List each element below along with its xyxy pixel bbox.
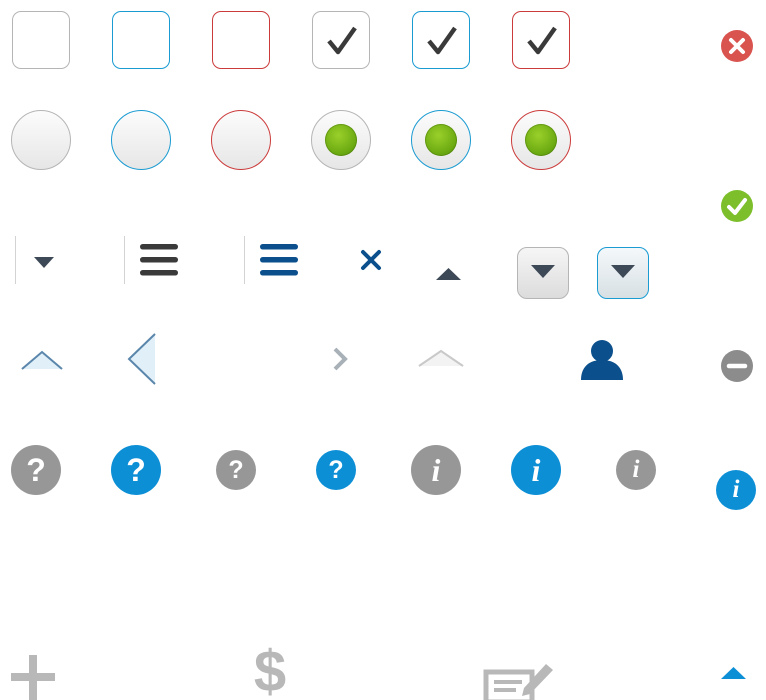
radio-unselected-error[interactable] (211, 110, 271, 170)
hamburger-menu-active-icon[interactable] (260, 244, 298, 276)
caret-up-icon[interactable] (436, 268, 461, 280)
info-circle-icon: i (716, 470, 756, 510)
help-icon-large-gray[interactable]: ? (11, 445, 61, 495)
caret-down-icon[interactable] (34, 257, 54, 268)
divider (15, 236, 16, 284)
dropdown-button-focus[interactable] (597, 247, 649, 299)
help-icon-small-gray[interactable]: ? (216, 450, 256, 490)
radio-selected-error[interactable] (511, 110, 571, 170)
checkbox-checked-default[interactable] (312, 11, 370, 69)
info-icon-small-gray[interactable]: i (616, 450, 656, 490)
info-icon-large-blue[interactable]: i (511, 445, 561, 495)
radio-dot-icon (525, 124, 557, 156)
radio-unselected-default[interactable] (11, 110, 71, 170)
chevron-right-icon[interactable] (333, 347, 348, 371)
plus-icon[interactable] (11, 655, 55, 700)
checkbox-unchecked-focus[interactable] (112, 11, 170, 69)
caret-down-icon (531, 265, 555, 278)
checkbox-unchecked-default[interactable] (12, 11, 70, 69)
radio-unselected-focus[interactable] (111, 110, 171, 170)
success-check-circle-icon (721, 190, 753, 222)
caret-up-blue-icon[interactable] (721, 667, 746, 679)
checkmark-icon (527, 26, 557, 55)
help-icon-large-blue[interactable]: ? (111, 445, 161, 495)
caret-down-icon (611, 265, 635, 278)
hamburger-menu-icon[interactable] (140, 244, 178, 276)
checkmark-icon (427, 26, 457, 55)
user-icon[interactable] (581, 339, 623, 381)
chevron-up-icon[interactable] (21, 349, 63, 371)
info-icon-large-gray[interactable]: i (411, 445, 461, 495)
checkbox-checked-error[interactable] (512, 11, 570, 69)
divider (244, 236, 245, 284)
checkmark-icon (327, 26, 357, 55)
dropdown-button-default[interactable] (517, 247, 569, 299)
divider (124, 236, 125, 284)
close-icon[interactable] (361, 250, 381, 270)
radio-selected-default[interactable] (311, 110, 371, 170)
radio-selected-focus[interactable] (411, 110, 471, 170)
chevron-up-disabled-icon (418, 349, 464, 367)
radio-dot-icon (325, 124, 357, 156)
help-icon-small-blue[interactable]: ? (316, 450, 356, 490)
edit-note-icon[interactable] (483, 660, 554, 700)
error-circle-icon (721, 30, 753, 62)
radio-dot-icon (425, 124, 457, 156)
checkbox-checked-focus[interactable] (412, 11, 470, 69)
dollar-icon: $ (253, 644, 287, 700)
minus-circle-icon (721, 350, 753, 382)
chevron-left-icon[interactable] (127, 333, 157, 385)
checkbox-unchecked-error[interactable] (212, 11, 270, 69)
